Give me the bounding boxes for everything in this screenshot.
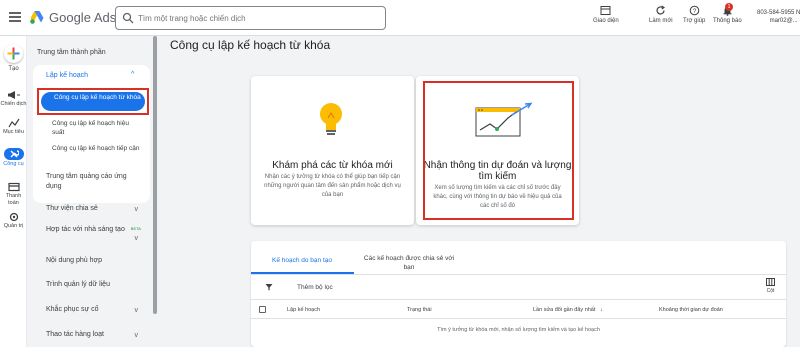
columns-icon [766, 278, 775, 286]
tab-your-plans[interactable]: Kế hoạch do bạn tạo [261, 256, 343, 265]
create-label: Tạo [8, 66, 19, 72]
beta-badge: BETA [130, 226, 141, 231]
appearance-button[interactable]: Giao diện [593, 5, 619, 24]
sidebar-item-performance-planner[interactable]: Công cụ lập kế hoạch hiệu suất [52, 119, 142, 137]
sidebar-item-label: Công cụ lập kế hoạch tiếp cận [52, 145, 140, 152]
rail-billing[interactable]: Thanh toán [0, 182, 27, 207]
sidebar-item-label: Khắc phục sự cố [46, 306, 99, 313]
plus-icon [4, 44, 23, 63]
sidebar-item-keyword-planner[interactable]: Công cụ lập kế hoạch từ khóa [41, 92, 145, 111]
filter-icon[interactable] [265, 283, 273, 291]
sidebar-item-label: Trung tâm thành phần [37, 49, 106, 56]
rail-tools-label: Công cụ [3, 161, 24, 167]
campaigns-icon [7, 91, 20, 99]
rail-goals-label: Mục tiêu [3, 129, 24, 135]
refresh-button[interactable]: Làm mới [649, 5, 673, 24]
account-id: 803-584-5955 Nh [757, 10, 800, 16]
notification-badge: 1 [725, 3, 733, 11]
add-filter-button[interactable]: Thêm bộ lọc [297, 284, 333, 291]
sidebar-item-creator-partnerships[interactable]: Hợp tác với nhà sáng tạo BETA v [46, 224, 142, 242]
billing-icon [7, 182, 20, 192]
refresh-icon [656, 5, 666, 15]
goals-icon [7, 118, 19, 128]
page-title: Công cụ lập kế hoạch từ khóa [170, 38, 331, 52]
column-header-plan[interactable]: Lập kế hoạch [287, 307, 320, 313]
sidebar-item-label: Trung tâm quảng cáo ứng dụng [46, 173, 127, 190]
admin-icon [9, 212, 18, 222]
rail-campaigns-label: Chiến dịch [0, 101, 27, 107]
empty-state-message: Tìm ý tưởng từ khóa mới, nhận số lượng t… [437, 327, 600, 333]
select-all-checkbox[interactable] [259, 306, 266, 313]
google-ads-logo [30, 11, 44, 24]
column-header-status[interactable]: Trạng thái [407, 307, 432, 313]
plans-panel: Kế hoạch do bạn tạo Các kế hoạch được ch… [251, 241, 786, 347]
rail-admin[interactable]: Quản trị [0, 212, 27, 230]
discover-keywords-card[interactable]: Khám phá các từ khóa mới Nhận các ý tưởn… [251, 76, 414, 225]
sidebar-scrollbar[interactable] [153, 36, 157, 314]
sidebar-item-shared-library[interactable]: Thư viện chia sẻ v [46, 204, 142, 214]
columns-label: Cột [766, 288, 775, 294]
highlight-box [423, 81, 574, 220]
rail-admin-label: Quản trị [3, 223, 24, 229]
create-button[interactable]: Tạo [2, 44, 25, 72]
help-icon: ? [689, 5, 699, 16]
sidebar-item-label: Thao tác hàng loạt [46, 331, 104, 338]
top-bar: Google Ads Giao diện Làm mới ? Trợ giúp … [0, 0, 800, 36]
divider [251, 318, 786, 319]
planning-group-title[interactable]: Lập kế hoạch [46, 72, 88, 79]
appearance-icon [600, 6, 611, 15]
divider [251, 299, 786, 300]
highlight-box: Công cụ lập kế hoạch từ khóa [37, 88, 149, 115]
refresh-label: Làm mới [649, 18, 673, 24]
search-input[interactable] [138, 10, 378, 26]
tools-icon-wrap [3, 148, 24, 160]
notifications-label: Thông báo [713, 18, 742, 24]
sidebar-item-label: Trình quản lý dữ liệu [46, 281, 110, 288]
sidebar-item-label: Nội dung phù hợp [46, 257, 102, 264]
notifications-button[interactable]: 1 Thông báo [713, 3, 742, 24]
divider [251, 274, 786, 275]
brand-name: Google Ads [49, 10, 117, 25]
column-header-label: Lần sửa đổi gần đây nhất [533, 307, 596, 313]
chevron-down-icon: v [134, 307, 139, 314]
svg-text:?: ? [692, 8, 696, 15]
menu-icon[interactable] [9, 12, 21, 22]
sidebar-item-label: Hợp tác với nhà sáng tạo [46, 225, 125, 233]
search-icon [122, 12, 134, 24]
tab-shared-plans[interactable]: Các kế hoạch được chia sẻ với bạn [361, 254, 457, 272]
chevron-down-icon: v [134, 206, 139, 213]
chevron-up-icon[interactable]: ^ [131, 71, 134, 78]
search-box[interactable] [115, 6, 386, 30]
chevron-down-icon: v [134, 332, 139, 339]
chevron-down-icon: v [134, 235, 139, 242]
column-header-forecast-period[interactable]: Khoảng thời gian dự đoán [659, 307, 723, 313]
sidebar-item-asset-center[interactable]: Trung tâm thành phần [37, 48, 145, 58]
appearance-label: Giao diện [593, 18, 619, 24]
sidebar-item-label: Thư viện chia sẻ [46, 205, 98, 212]
card-description: Nhận các ý tưởng từ khóa có thể giúp bạn… [264, 174, 401, 198]
sidebar-item-label: Công cụ lập kế hoạch từ khóa [54, 94, 141, 101]
sidebar-item-bulk-actions[interactable]: Thao tác hàng loạt v [46, 330, 142, 340]
navigation-rail: Tạo Chiến dịch Mục tiêu Công cụ Thanh to… [0, 36, 27, 347]
sidebar-item-troubleshooting[interactable]: Khắc phục sự cố v [46, 305, 142, 315]
account-info[interactable]: 803-584-5955 Nh mar02@... [757, 9, 800, 25]
sidebar-item-data-manager[interactable]: Trình quản lý dữ liệu [46, 280, 142, 290]
rail-tools[interactable]: Công cụ [0, 148, 27, 168]
sidebar-item-app-center[interactable]: Trung tâm quảng cáo ứng dụng [46, 172, 136, 192]
lightbulb-icon [320, 103, 342, 135]
tools-icon [9, 150, 20, 158]
help-label: Trợ giúp [683, 18, 706, 24]
rail-goals[interactable]: Mục tiêu [0, 118, 27, 136]
sidebar-item-label: Công cụ lập kế hoạch hiệu suất [52, 120, 129, 136]
sidebar-item-content-suitability[interactable]: Nội dung phù hợp [46, 256, 142, 266]
help-button[interactable]: ? Trợ giúp [683, 5, 705, 24]
card-title: Khám phá các từ khóa mới [272, 160, 393, 171]
rail-campaigns[interactable]: Chiến dịch [0, 90, 27, 108]
sidebar-item-reach-planner[interactable]: Công cụ lập kế hoạch tiếp cận [52, 144, 142, 153]
columns-button[interactable]: Cột [766, 278, 775, 294]
arrow-down-icon: ↓ [599, 307, 603, 313]
column-header-last-modified[interactable]: Lần sửa đổi gần đây nhất ↓ [533, 307, 603, 313]
rail-billing-label: Thanh toán [5, 193, 22, 206]
account-email: mar02@... [769, 18, 798, 24]
